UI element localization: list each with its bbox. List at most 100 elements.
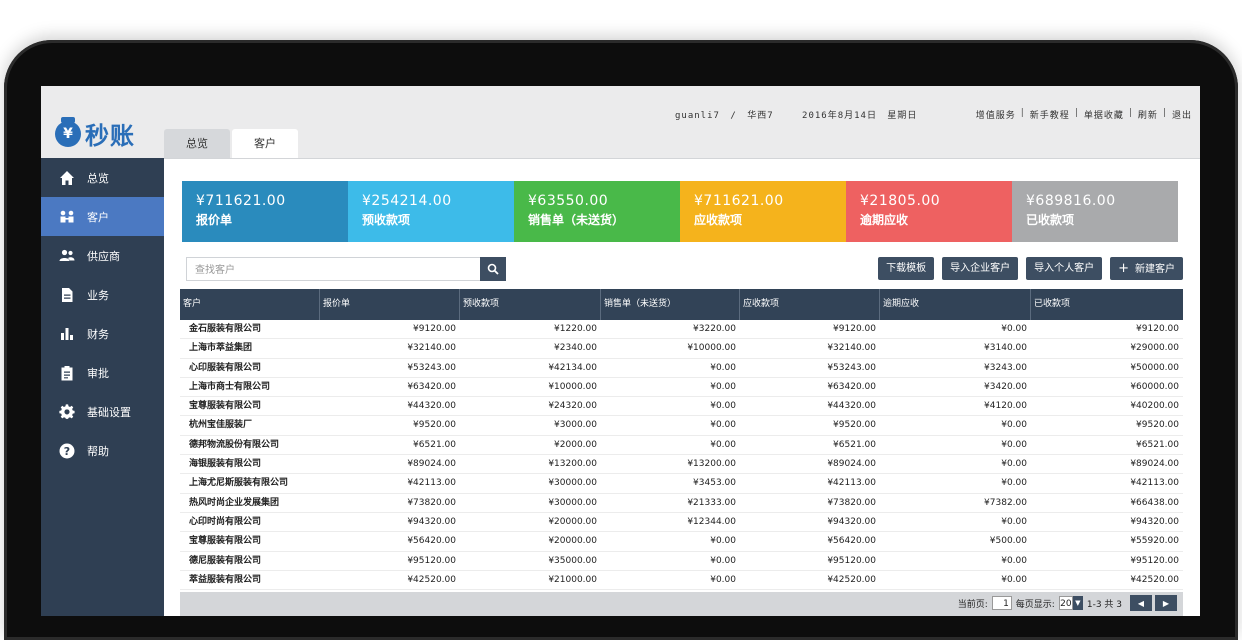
amount-cell: ¥89024.00	[407, 459, 456, 470]
customer-name-cell[interactable]: 上海市萃益集团	[180, 339, 320, 357]
summary-amount: ¥63550.00	[528, 193, 609, 209]
current-page-input[interactable]: 1	[991, 596, 1012, 610]
amount-cell: ¥55920.00	[1130, 536, 1179, 547]
sidebar-item-settings[interactable]: 基础设置	[41, 392, 164, 431]
summary-card-overdue[interactable]: ¥21805.00 逾期应收	[846, 181, 1012, 242]
table-row[interactable]: 宝尊服装有限公司 ¥44320.00 ¥24320.00 ¥0.00 ¥44320.00…	[180, 397, 1183, 417]
customer-name-cell[interactable]: 海银服装有限公司	[180, 455, 320, 473]
next-page-icon[interactable]: ▶	[1155, 595, 1177, 611]
page-range: 1-3 共 3	[1086, 599, 1122, 610]
customer-name-cell[interactable]: 上海尤尼斯服装有限公司	[180, 474, 320, 492]
amount-cell: ¥2340.00	[554, 343, 597, 354]
summary-card-sales-undelivered[interactable]: ¥63550.00 销售单（未送货）	[514, 181, 680, 242]
column-header[interactable]: 应收款项	[740, 289, 880, 320]
table-row[interactable]: 心印时尚有限公司 ¥94320.00 ¥20000.00 ¥12344.00 ¥9432…	[180, 512, 1183, 533]
amount-cell: ¥30000.00	[548, 478, 597, 489]
link-favorites[interactable]: 单据收藏	[1084, 108, 1124, 121]
link-refresh[interactable]: 刷新	[1138, 108, 1158, 121]
customer-name-cell[interactable]: 宝尊服装有限公司	[180, 532, 320, 550]
table-row[interactable]: 德邦物流股份有限公司 ¥6521.00 ¥2000.00 ¥0.00 ¥6521.00 ¥…	[180, 435, 1183, 456]
customer-name-cell[interactable]: 德尼服装有限公司	[180, 552, 320, 570]
new-customer-button[interactable]: + 新建客户	[1110, 257, 1183, 280]
sidebar-item-finance[interactable]: 财务	[41, 314, 164, 353]
app-logo[interactable]: ¥ 秒账	[55, 116, 135, 151]
customer-name-cell[interactable]: 上海市商士有限公司	[180, 378, 320, 396]
amount-cell: ¥9120.00	[833, 324, 876, 334]
sidebar-item-overview[interactable]: 总览	[41, 158, 164, 197]
amount-cell: ¥32140.00	[827, 343, 876, 354]
table-row[interactable]: 宝尊服装有限公司 ¥56420.00 ¥20000.00 ¥0.00 ¥56420.00…	[180, 532, 1183, 552]
import-personal-button[interactable]: 导入个人客户	[1026, 257, 1103, 280]
search-input[interactable]	[187, 258, 491, 282]
link-value-added[interactable]: 增值服务	[976, 108, 1016, 121]
customer-name-cell[interactable]: 杭州宝佳服装厂	[180, 416, 320, 434]
table-row[interactable]: 上海尤尼斯服装有限公司 ¥42113.00 ¥30000.00 ¥3453.00 ¥42…	[180, 474, 1183, 494]
amount-cell: ¥6521.00	[413, 439, 456, 450]
amount-cell: ¥89024.00	[827, 459, 876, 470]
column-header[interactable]: 客户	[180, 289, 320, 320]
table-row[interactable]: 萃益服装有限公司 ¥42520.00 ¥21000.00 ¥0.00 ¥42520.00…	[180, 570, 1183, 591]
pagination-bar: 当前页: 1 每页显示: 20 ▼ 1-3 共 3 ◀ ▶	[180, 592, 1183, 616]
import-company-button[interactable]: 导入企业客户	[942, 257, 1019, 280]
link-tutorial[interactable]: 新手教程	[1030, 108, 1070, 121]
column-header[interactable]: 报价单	[320, 289, 460, 320]
amount-cell: ¥0.00	[1001, 420, 1027, 431]
sidebar-item-customers[interactable]: 客户	[41, 197, 164, 236]
amount-cell: ¥9520.00	[413, 420, 456, 431]
customer-name-cell[interactable]: 心印服装有限公司	[180, 359, 320, 377]
sidebar-item-approval[interactable]: 审批	[41, 353, 164, 392]
table-row[interactable]: 热风时尚企业发展集团 ¥73820.00 ¥30000.00 ¥21333.00 ¥73…	[180, 493, 1183, 513]
sidebar-item-help[interactable]: ? 帮助	[41, 431, 164, 470]
prev-page-icon[interactable]: ◀	[1130, 595, 1152, 611]
table-row[interactable]: 心印服装有限公司 ¥53243.00 ¥42134.00 ¥0.00 ¥53243.00…	[180, 358, 1183, 378]
svg-text:?: ?	[64, 445, 70, 458]
new-customer-label: 新建客户	[1135, 264, 1175, 275]
table-row[interactable]: 金石服装有限公司 ¥9120.00 ¥1220.00 ¥3220.00 ¥9120.00…	[180, 320, 1183, 340]
summary-label: 逾期应收	[860, 213, 909, 227]
amount-cell: ¥9120.00	[413, 324, 456, 334]
amount-cell: ¥24320.00	[548, 401, 597, 412]
search-button[interactable]	[480, 257, 506, 281]
table-row[interactable]: 上海市萃益集团 ¥32140.00 ¥2340.00 ¥10000.00 ¥32140.…	[180, 339, 1183, 359]
amount-cell: ¥20000.00	[548, 536, 597, 547]
sidebar-item-business[interactable]: 业务	[41, 275, 164, 314]
column-header[interactable]: 逾期应收	[880, 289, 1031, 320]
amount-cell: ¥0.00	[710, 401, 736, 412]
tab-customers[interactable]: 客户	[232, 129, 298, 158]
amount-cell: ¥35000.00	[548, 555, 597, 566]
summary-card-received[interactable]: ¥689816.00 已收款项	[1012, 181, 1178, 242]
download-template-button[interactable]: 下载模板	[878, 257, 935, 280]
customer-name-cell[interactable]: 心印时尚有限公司	[180, 513, 320, 531]
amount-cell: ¥4120.00	[984, 401, 1027, 412]
home-icon	[57, 170, 77, 186]
summary-card-receivable[interactable]: ¥711621.00 应收款项	[680, 181, 846, 242]
table-row[interactable]: 杭州宝佳服装厂 ¥9520.00 ¥3000.00 ¥0.00 ¥9520.00 ¥0.0…	[180, 416, 1183, 436]
amount-cell: ¥0.00	[1001, 459, 1027, 470]
amount-cell: ¥95120.00	[407, 555, 456, 566]
table-row[interactable]: 海银服装有限公司 ¥89024.00 ¥13200.00 ¥13200.00 ¥8902…	[180, 455, 1183, 475]
summary-card-advance[interactable]: ¥254214.00 预收款项	[348, 181, 514, 242]
customer-name-cell[interactable]: 金石服装有限公司	[180, 320, 320, 338]
per-page-select[interactable]: 20 ▼	[1058, 596, 1083, 610]
tab-overview[interactable]: 总览	[164, 129, 230, 158]
column-header[interactable]: 预收款项	[460, 289, 601, 320]
amount-cell: ¥3140.00	[984, 343, 1027, 354]
amount-cell: ¥12344.00	[687, 516, 736, 527]
column-header[interactable]: 已收款项	[1031, 289, 1183, 320]
link-logout[interactable]: 退出	[1172, 108, 1192, 121]
summary-card-quotes[interactable]: ¥711621.00 报价单	[182, 181, 348, 242]
bar-chart-icon	[57, 326, 77, 342]
customer-name-cell[interactable]: 德邦物流股份有限公司	[180, 436, 320, 454]
customer-name-cell[interactable]: 萃益服装有限公司	[180, 571, 320, 589]
amount-cell: ¥0.00	[1001, 555, 1027, 566]
customer-name-cell[interactable]: 宝尊服装有限公司	[180, 397, 320, 415]
amount-cell: ¥3243.00	[984, 362, 1027, 373]
table-row[interactable]: 上海市商士有限公司 ¥63420.00 ¥10000.00 ¥0.00 ¥63420.0…	[180, 377, 1183, 398]
sidebar-item-suppliers[interactable]: 供应商	[41, 236, 164, 275]
column-header[interactable]: 销售单（未送货）	[601, 289, 740, 320]
per-page-value: 20	[1058, 596, 1073, 610]
amount-cell: ¥94320.00	[1130, 516, 1179, 527]
amount-cell: ¥1220.00	[554, 324, 597, 334]
customer-name-cell[interactable]: 热风时尚企业发展集团	[180, 494, 320, 512]
table-row[interactable]: 德尼服装有限公司 ¥95120.00 ¥35000.00 ¥0.00 ¥95120.00…	[180, 551, 1183, 571]
